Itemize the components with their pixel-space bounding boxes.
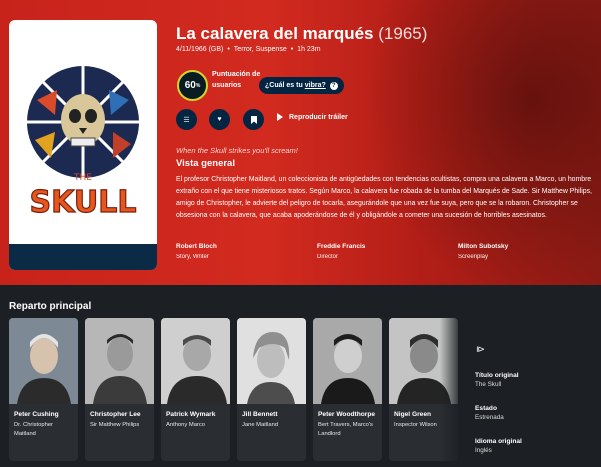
score-label: Puntuación de usuarios	[212, 71, 261, 89]
user-score-chart[interactable]: 60%	[177, 70, 208, 101]
movie-poster[interactable]: SKULL THE	[9, 20, 157, 270]
fact-value: The Skull	[475, 381, 502, 388]
fact-value: Estrenada	[475, 414, 504, 421]
cast-card[interactable]: Patrick Wymark Anthony Marco	[161, 318, 230, 461]
svg-text:SKULL: SKULL	[30, 185, 137, 220]
cast-name[interactable]: Patrick Wymark	[161, 404, 230, 419]
fact-label: Título original	[475, 372, 519, 379]
bookmark-icon	[250, 115, 257, 124]
status-fact: Estado Estrenada	[475, 405, 504, 421]
poster-footer	[9, 244, 157, 270]
cast-photo[interactable]	[9, 318, 78, 404]
fact-value: Inglés	[475, 447, 492, 454]
cast-name[interactable]: Peter Cushing	[9, 404, 78, 419]
watchlist-button[interactable]	[243, 109, 264, 130]
original-title-fact: Título original The Skull	[475, 372, 519, 388]
favorite-button[interactable]: ♥	[209, 109, 230, 130]
cast-character: Anthony Marco	[166, 422, 205, 428]
cast-photo[interactable]	[237, 318, 306, 404]
info-icon: ?	[329, 81, 338, 90]
score-value: 60	[184, 80, 196, 91]
cast-name[interactable]: Jill Bennett	[237, 404, 306, 419]
cast-photo[interactable]	[313, 318, 382, 404]
cast-scroll-fade	[440, 318, 462, 461]
cast-card[interactable]: Christopher Lee Sir Matthew Philips	[85, 318, 154, 461]
cast-card[interactable]: Peter Woodthorpe Bert Travers, Marco's L…	[313, 318, 382, 461]
vibe-link[interactable]: vibra?	[305, 82, 326, 89]
heart-icon: ♥	[217, 116, 222, 123]
tagline: When the Skull strikes you'll scream!	[176, 146, 298, 155]
cast-name[interactable]: Christopher Lee	[85, 404, 154, 419]
cast-photo[interactable]	[161, 318, 230, 404]
runtime: 1h 23m	[297, 46, 321, 53]
play-icon	[277, 113, 283, 121]
crew-name[interactable]: Robert Bloch	[176, 243, 217, 250]
svg-text:THE: THE	[73, 173, 92, 183]
play-trailer-button[interactable]: Reproducir tráiler	[277, 113, 348, 121]
crew-member: Freddie Francis Director	[317, 243, 365, 260]
crew-name[interactable]: Milton Subotsky	[458, 243, 508, 250]
genres: Terror, Suspense	[233, 46, 287, 53]
movie-facts: 4/11/1966 (GB) • Terror, Suspense • 1h 23m	[176, 46, 321, 53]
fact-label: Estado	[475, 405, 497, 412]
movie-title-row: La calavera del marqués (1965)	[176, 24, 427, 44]
cast-heading: Reparto principal	[9, 301, 92, 312]
crew-member: Robert Bloch Story, Writer	[176, 243, 217, 260]
crew-name[interactable]: Freddie Francis	[317, 243, 365, 250]
release-date: 4/11/1966 (GB)	[176, 46, 224, 53]
movie-year: (1965)	[378, 24, 428, 43]
cast-character: Dr. Christopher Maitland	[14, 422, 53, 437]
list-icon: ☰	[183, 116, 190, 124]
social-links-icon[interactable]: ⧐	[476, 344, 485, 355]
crew-job: Director	[317, 254, 339, 260]
language-fact: Idioma original Inglés	[475, 438, 522, 454]
movie-title: La calavera del marqués	[176, 24, 374, 43]
crew-member: Milton Subotsky Screenplay	[458, 243, 508, 260]
cast-character: Bert Travers, Marco's Landlord	[318, 422, 373, 437]
fact-label: Idioma original	[475, 438, 522, 445]
cast-card[interactable]: Peter Cushing Dr. Christopher Maitland	[9, 318, 78, 461]
cast-photo[interactable]	[85, 318, 154, 404]
cast-card[interactable]: Jill Bennett Jane Maitland	[237, 318, 306, 461]
poster-art: SKULL THE	[27, 66, 139, 220]
overview-heading: Vista general	[176, 158, 235, 169]
cast-character: Jane Maitland	[242, 422, 279, 428]
crew-job: Story, Writer	[176, 254, 209, 260]
vibe-label: ¿Cuál es tu	[265, 82, 303, 89]
vibe-button[interactable]: ¿Cuál es tu vibra? ?	[259, 77, 344, 94]
score-unit: %	[195, 82, 201, 89]
add-to-list-button[interactable]: ☰	[176, 109, 197, 130]
overview-text: El profesor Christopher Maitland, un col…	[176, 176, 592, 219]
cast-name[interactable]: Peter Woodthorpe	[313, 404, 382, 419]
cast-character: Sir Matthew Philips	[90, 422, 140, 428]
crew-job: Screenplay	[458, 254, 489, 260]
hero-backdrop: SKULL THE La calavera del marqués (1965)…	[0, 0, 601, 285]
trailer-label: Reproducir tráiler	[289, 113, 348, 121]
